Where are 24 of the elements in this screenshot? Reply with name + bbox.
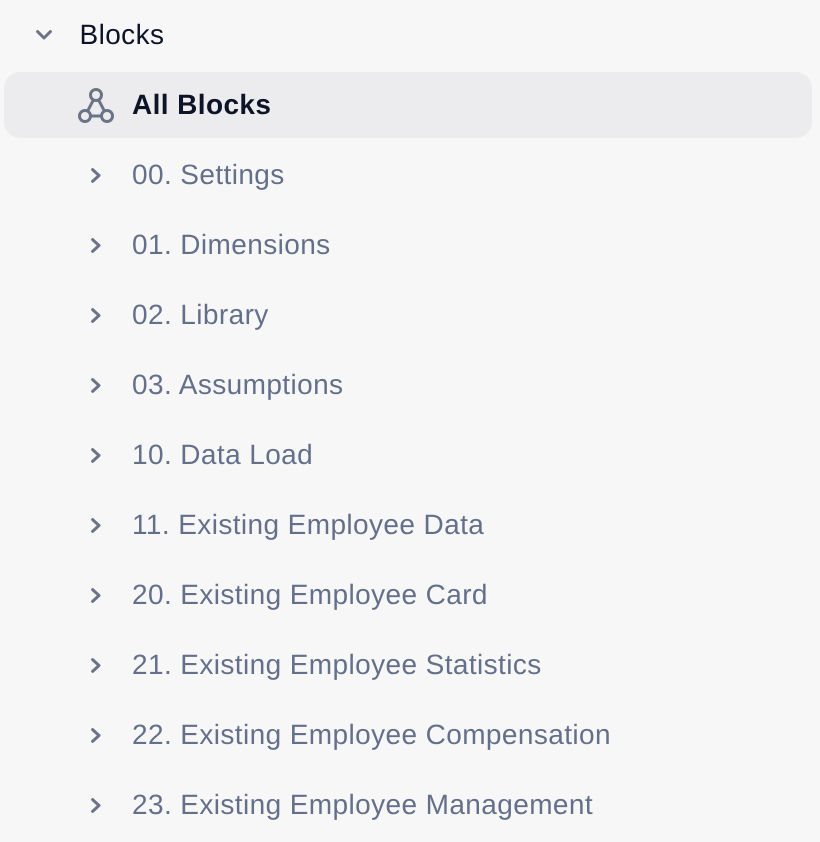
tree-item[interactable]: 23. Existing Employee Management [4,772,812,838]
tree-item[interactable]: 20. Existing Employee Card [4,562,812,628]
tree-item[interactable]: 21. Existing Employee Statistics [4,632,812,698]
chevron-right-icon[interactable] [91,588,101,602]
chevron-right-icon[interactable] [91,518,101,532]
tree-item[interactable]: Blocks [4,2,812,68]
tree-item[interactable]: 03. Assumptions [4,352,812,418]
chevron-right-icon[interactable] [91,238,101,252]
tree-item[interactable]: 01. Dimensions [4,212,812,278]
chevron-right-icon[interactable] [91,168,101,182]
chevron-right-icon[interactable] [91,658,101,672]
graph-nodes-icon [78,88,114,122]
chevron-right-icon[interactable] [91,448,101,462]
chevron-right-icon[interactable] [91,378,101,392]
chevron-right-icon[interactable] [91,728,101,742]
tree-item[interactable]: 11. Existing Employee Data [4,492,812,558]
tree-item[interactable]: 10. Data Load [4,422,812,488]
tree-item[interactable]: 22. Existing Employee Compensation [4,702,812,768]
tree-item[interactable]: 02. Library [4,282,812,348]
chevron-right-icon[interactable] [91,308,101,322]
tree-item[interactable]: 00. Settings [4,142,812,208]
chevron-right-icon[interactable] [91,798,101,812]
chevron-down-icon[interactable] [36,30,52,40]
tree-item[interactable]: All Blocks [4,72,812,138]
